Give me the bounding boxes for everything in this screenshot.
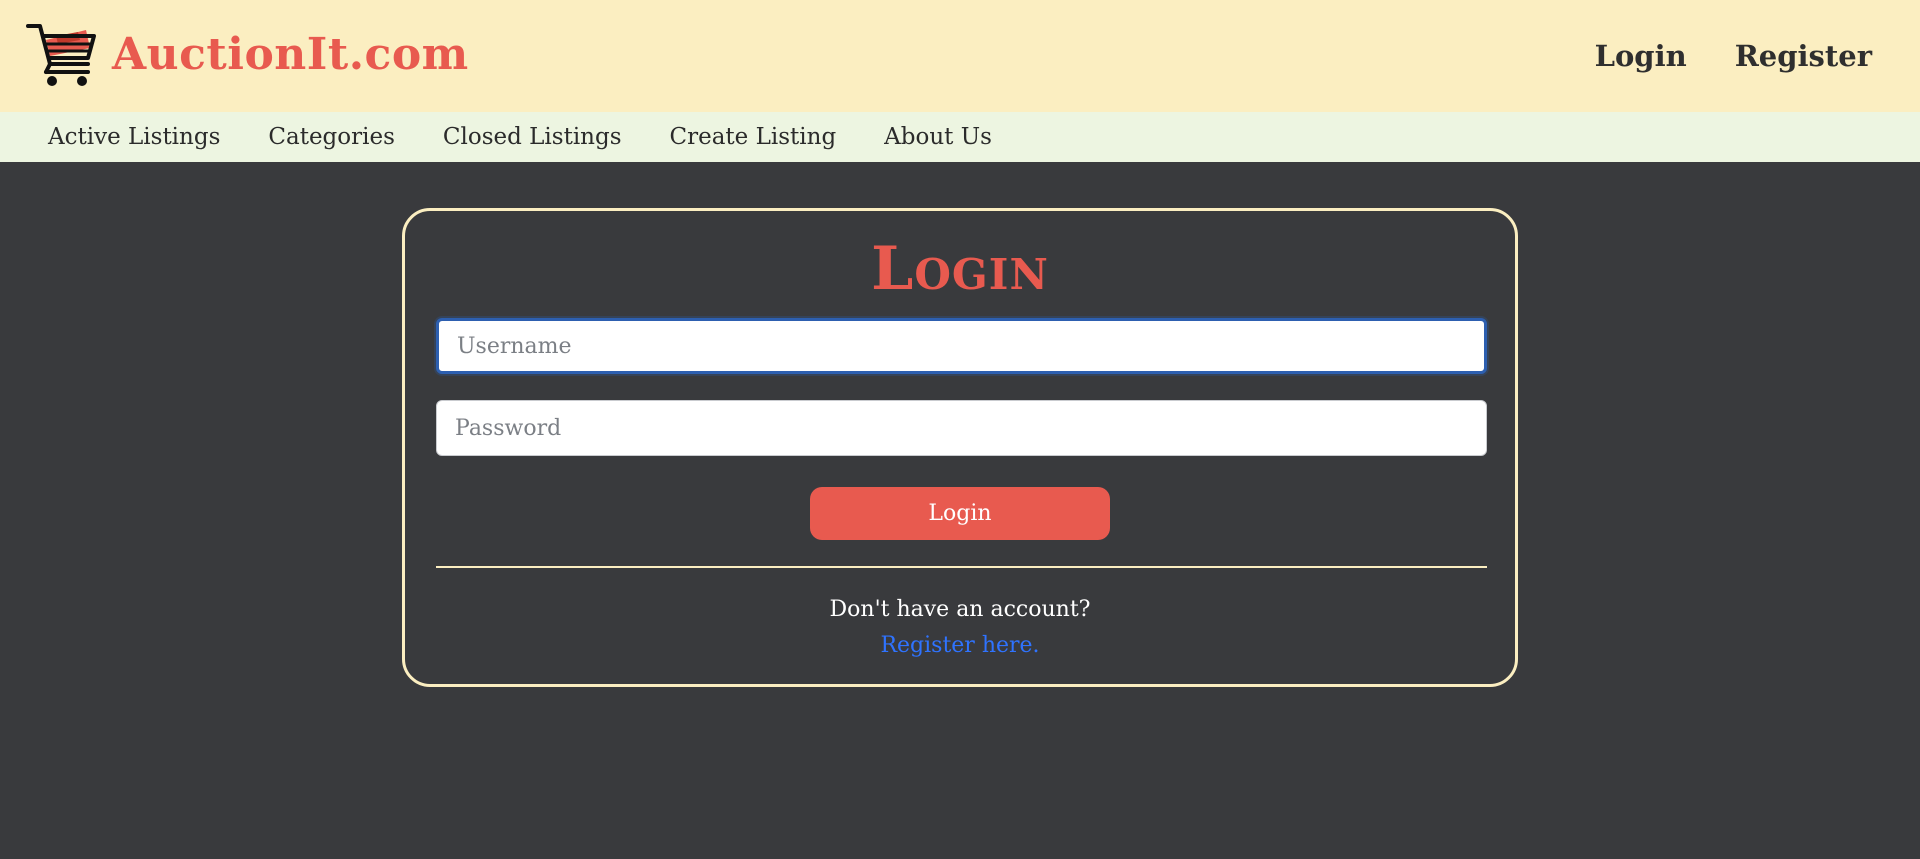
login-submit-button[interactable]: Login bbox=[810, 487, 1110, 540]
main-nav: Active Listings Categories Closed Listin… bbox=[0, 112, 1920, 162]
username-input[interactable] bbox=[436, 318, 1487, 374]
header-register-link[interactable]: Register bbox=[1735, 36, 1872, 76]
no-account-text: Don't have an account? bbox=[829, 597, 1091, 622]
register-here-link[interactable]: Register here. bbox=[405, 631, 1515, 661]
nav-about-us[interactable]: About Us bbox=[884, 122, 992, 152]
form-divider bbox=[436, 566, 1487, 568]
nav-create-listing[interactable]: Create Listing bbox=[670, 122, 837, 152]
nav-categories[interactable]: Categories bbox=[268, 122, 395, 152]
brand-home-link[interactable]: AuctionIt.com bbox=[26, 22, 469, 88]
login-title: Login bbox=[871, 234, 1049, 304]
password-input[interactable] bbox=[436, 400, 1487, 456]
nav-active-listings[interactable]: Active Listings bbox=[48, 122, 220, 152]
brand-name: AuctionIt.com bbox=[112, 29, 469, 80]
header-login-link[interactable]: Login bbox=[1595, 36, 1687, 76]
nav-closed-listings[interactable]: Closed Listings bbox=[443, 122, 622, 152]
login-card: Login Login Don't have an account? Regis… bbox=[402, 208, 1518, 687]
top-header: AuctionIt.com Login Register bbox=[0, 0, 1920, 112]
shopping-cart-icon bbox=[26, 24, 96, 86]
auth-links: Login Register bbox=[1595, 36, 1872, 76]
